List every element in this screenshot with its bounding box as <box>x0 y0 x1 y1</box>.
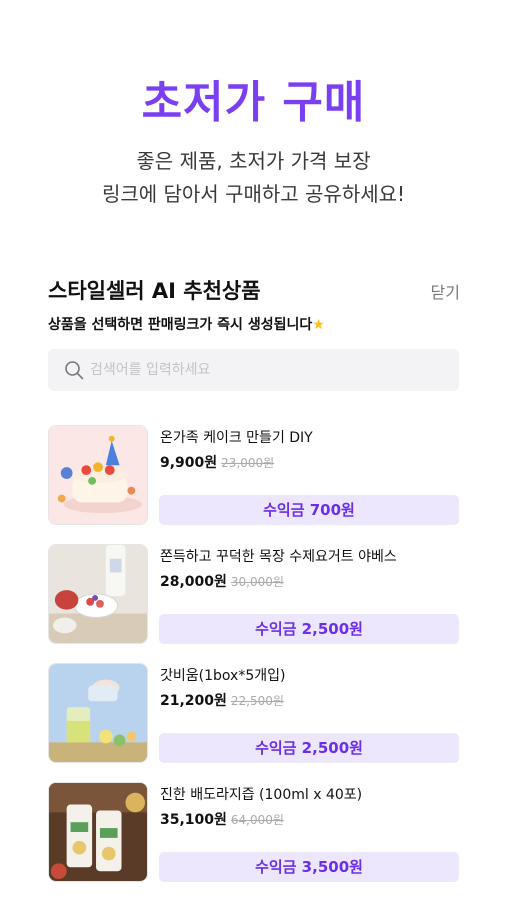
price-row: 9,900원 23,000원 <box>160 452 274 472</box>
price-row: 21,200원 22,500원 <box>160 690 284 710</box>
profit-button[interactable]: 수익금 3,500원 <box>159 852 459 882</box>
drink-image[interactable] <box>48 663 148 763</box>
star-icon: ★ <box>312 317 325 333</box>
close-button[interactable]: 닫기 <box>431 279 460 303</box>
section-title: 스타일셀러 AI 추천상품 <box>48 279 261 303</box>
product-name: 쫀득하고 꾸덕한 목장 수제요거트 야베스 <box>160 549 397 565</box>
original-price: 30,000원 <box>230 575 284 589</box>
cake-image[interactable] <box>48 425 148 525</box>
price-row: 28,000원 30,000원 <box>160 571 284 591</box>
product-item[interactable]: 진한 배도라지즙 (100ml x 40포) 35,100원 64,000원 수익… <box>48 782 459 882</box>
original-price: 23,000원 <box>221 456 275 470</box>
profit-button[interactable]: 수익금 700원 <box>159 495 459 525</box>
product-price: 28,000원 <box>160 574 227 590</box>
original-price: 64,000원 <box>230 813 284 827</box>
recommend-header: 스타일셀러 AI 추천상품 닫기 <box>48 275 460 305</box>
page-subtitle: 좋은 제품, 초저가 가격 보장 링크에 담아서 구매하고 공유하세요! <box>0 145 507 211</box>
product-item[interactable]: 갓비움(1box*5개입) 21,200원 22,500원 수익금 2,500원 <box>48 663 459 763</box>
product-price: 9,900원 <box>160 455 218 471</box>
section-description: 상품을 선택하면 판매링크가 즉시 생성됩니다★ <box>48 314 325 334</box>
page-title: 초저가 구매 <box>141 77 366 128</box>
section-description-text: 상품을 선택하면 판매링크가 즉시 생성됩니다 <box>48 317 313 333</box>
product-name: 온가족 케이크 만들기 DIY <box>160 430 313 446</box>
search-icon <box>65 361 84 380</box>
product-price: 21,200원 <box>160 693 227 709</box>
search-bar[interactable] <box>48 349 459 391</box>
product-name: 갓비움(1box*5개입) <box>160 668 286 684</box>
pear-juice-image[interactable] <box>48 782 148 882</box>
product-item[interactable]: 쫀득하고 꾸덕한 목장 수제요거트 야베스 28,000원 30,000원 수익금… <box>48 544 459 644</box>
product-name: 진한 배도라지즙 (100ml x 40포) <box>160 787 363 803</box>
yogurt-image[interactable] <box>48 544 148 644</box>
product-item[interactable]: 온가족 케이크 만들기 DIY 9,900원 23,000원 수익금 700원 <box>48 425 459 525</box>
product-price: 35,100원 <box>160 812 227 828</box>
subtitle-line-1: 좋은 제품, 초저가 가격 보장 <box>136 149 371 173</box>
subtitle-line-2: 링크에 담아서 구매하고 공유하세요! <box>101 182 406 206</box>
profit-button[interactable]: 수익금 2,500원 <box>159 614 459 644</box>
original-price: 22,500원 <box>230 694 284 708</box>
search-input[interactable] <box>90 349 445 391</box>
profit-button[interactable]: 수익금 2,500원 <box>159 733 459 763</box>
price-row: 35,100원 64,000원 <box>160 809 284 829</box>
